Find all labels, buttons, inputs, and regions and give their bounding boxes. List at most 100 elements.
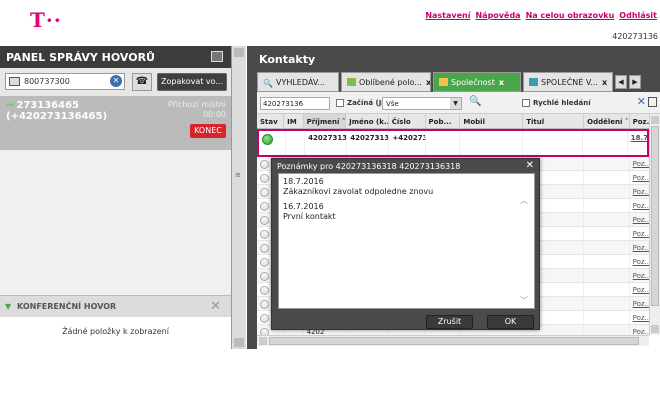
scroll-up-icon[interactable]: [234, 48, 244, 57]
close-icon[interactable]: ✕: [526, 160, 534, 171]
note-link[interactable]: Poz...: [633, 230, 649, 238]
col-status[interactable]: Stav: [257, 114, 285, 128]
logout-link[interactable]: Odhlásit: [619, 11, 657, 20]
conference-header[interactable]: ▼ KONFERENČNÍ HOVOR ✕: [0, 295, 231, 317]
dial-input[interactable]: 800737300: [5, 73, 125, 90]
scroll-down-icon[interactable]: [234, 338, 244, 347]
active-call[interactable]: ➡ 273136465 (+420273136465) Příchozí místn…: [0, 96, 231, 150]
grid-vertical-scrollbar[interactable]: [649, 114, 660, 335]
note-link[interactable]: Poz...: [633, 202, 649, 210]
conference-empty: Žádné položky k zobrazení: [0, 317, 231, 393]
tab-company[interactable]: Společnost x: [433, 72, 521, 92]
contacts-title: Kontakty: [259, 53, 316, 66]
scroll-left-icon[interactable]: [259, 337, 267, 345]
conference-title: KONFERENČNÍ HOVOR: [17, 302, 117, 311]
filter-select[interactable]: Vše ▼: [382, 97, 462, 110]
col-mobile[interactable]: Mobil: [460, 114, 524, 128]
filter-number-input[interactable]: 420273136: [260, 97, 330, 110]
note-link[interactable]: Poz...: [633, 272, 649, 280]
col-department[interactable]: Oddělení ˆ: [584, 114, 630, 128]
fast-search-checkbox[interactable]: [522, 99, 530, 107]
col-number[interactable]: Číslo: [389, 114, 426, 128]
scroll-thumb[interactable]: [269, 337, 639, 345]
status-offline-icon: [260, 314, 269, 323]
call-panel-header: PANEL SPRÁVY HOVORŮ: [0, 46, 231, 68]
tab-prev-icon[interactable]: ◀: [615, 75, 627, 89]
tab-favorites[interactable]: Oblíbené polo... x: [341, 72, 431, 92]
scroll-down-icon[interactable]: [651, 325, 659, 333]
note-link[interactable]: Poz...: [633, 314, 649, 322]
grid-horizontal-scrollbar[interactable]: [257, 335, 649, 346]
search-icon: 🔍: [263, 79, 273, 88]
note-link[interactable]: Poz...: [633, 286, 649, 294]
cancel-button[interactable]: Zrušit: [426, 315, 473, 329]
help-link[interactable]: Nápověda: [475, 11, 520, 20]
call-number: ➡ 273136465 (+420273136465): [6, 100, 108, 122]
clear-filter-icon[interactable]: ✕: [637, 95, 646, 108]
note-link[interactable]: Poz...: [633, 160, 649, 168]
notes-scrollbar[interactable]: ︿ ﹀: [519, 188, 529, 310]
arrow-right-icon: ➡: [6, 100, 15, 111]
notes-textarea[interactable]: 18.7.2016 Zákazníkovi zavolat odpoledne z…: [278, 173, 535, 309]
col-im[interactable]: IM: [284, 114, 304, 128]
scroll-thumb[interactable]: [651, 126, 659, 306]
scroll-up-icon[interactable]: [651, 116, 659, 124]
note-link[interactable]: Poz...: [633, 174, 649, 182]
user-number: 420273136: [612, 32, 658, 41]
col-title[interactable]: Titul: [523, 114, 585, 128]
cell-name: 42027313...: [347, 131, 390, 155]
note-link[interactable]: Poz...: [633, 216, 649, 224]
redial-button[interactable]: Zopakovat vo...: [157, 73, 227, 91]
chevron-down-icon[interactable]: ▼: [450, 98, 461, 109]
note-link[interactable]: Poz...: [633, 258, 649, 266]
table-row-selected[interactable]: 42027313... 42027313... +4202731... 18.7…: [257, 129, 649, 157]
note-link[interactable]: Poz...: [633, 300, 649, 308]
close-icon[interactable]: ✕: [210, 299, 221, 314]
ok-button[interactable]: OK: [487, 315, 534, 329]
left-scrollbar[interactable]: ≡: [231, 46, 246, 349]
dial-row: 800737300 ✕ ☎ Zopakovat vo...: [0, 68, 231, 96]
note-link[interactable]: Poz...: [633, 188, 649, 196]
dialog-title-bar: Poznámky pro 420273136318 420273136318 ✕: [272, 159, 539, 174]
search-icon[interactable]: 🔍: [469, 96, 481, 107]
status-online-icon: [262, 134, 273, 145]
edit-icon[interactable]: [211, 51, 223, 62]
starts-with-checkbox[interactable]: [336, 99, 344, 107]
status-offline-icon: [260, 188, 269, 197]
close-icon[interactable]: x: [499, 78, 504, 87]
status-offline-icon: [260, 300, 269, 309]
contact-tabs: 🔍 VYHLEDÁV... Oblíbené polo... x Společnos…: [257, 72, 660, 92]
chevron-down-icon[interactable]: ﹀: [519, 296, 529, 306]
clear-icon[interactable]: ✕: [110, 75, 122, 87]
keypad-icon[interactable]: [9, 77, 20, 86]
dial-value: 800737300: [24, 77, 70, 86]
end-call-button[interactable]: KONEC: [190, 124, 226, 138]
note-link[interactable]: Poz...: [633, 244, 649, 252]
col-surname[interactable]: Příjmení ˆ: [303, 114, 347, 128]
splitter-icon[interactable]: ≡: [235, 171, 241, 179]
col-branch[interactable]: Pob...: [426, 114, 461, 128]
status-offline-icon: [260, 160, 269, 169]
close-icon[interactable]: x: [602, 78, 607, 87]
cell-number[interactable]: +4202731...: [389, 131, 426, 155]
call-panel: PANEL SPRÁVY HOVORŮ 800737300 ✕ ☎ Zopako…: [0, 46, 231, 393]
star-icon: [347, 78, 356, 86]
dial-button[interactable]: ☎: [132, 73, 152, 91]
note-link[interactable]: 18.7....: [631, 134, 647, 142]
settings-link[interactable]: Nastavení: [425, 11, 470, 20]
tab-next-icon[interactable]: ▶: [629, 75, 641, 89]
fast-search-label: Rychlé hledání: [533, 99, 591, 107]
col-note[interactable]: Poz...: [630, 114, 649, 128]
tab-shared[interactable]: SPOLEČNÉ V... x: [523, 72, 613, 92]
tab-search[interactable]: 🔍 VYHLEDÁV...: [257, 72, 339, 92]
fullscreen-link[interactable]: Na celou obrazovku: [526, 11, 615, 20]
top-links: Nastavení Nápověda Na celou obrazovku Od…: [425, 11, 657, 20]
status-offline-icon: [260, 244, 269, 253]
chevron-up-icon[interactable]: ︿: [519, 196, 529, 206]
status-offline-icon: [260, 286, 269, 295]
columns-icon[interactable]: [648, 97, 657, 107]
close-icon[interactable]: x: [426, 78, 430, 87]
col-name[interactable]: Jméno (k...: [346, 114, 389, 128]
dialog-title: Poznámky pro 420273136318 420273136318: [277, 162, 461, 171]
filter-bar: 420273136 Začíná (Jim... Vše ▼ 🔍 Rychlé h…: [257, 92, 660, 114]
